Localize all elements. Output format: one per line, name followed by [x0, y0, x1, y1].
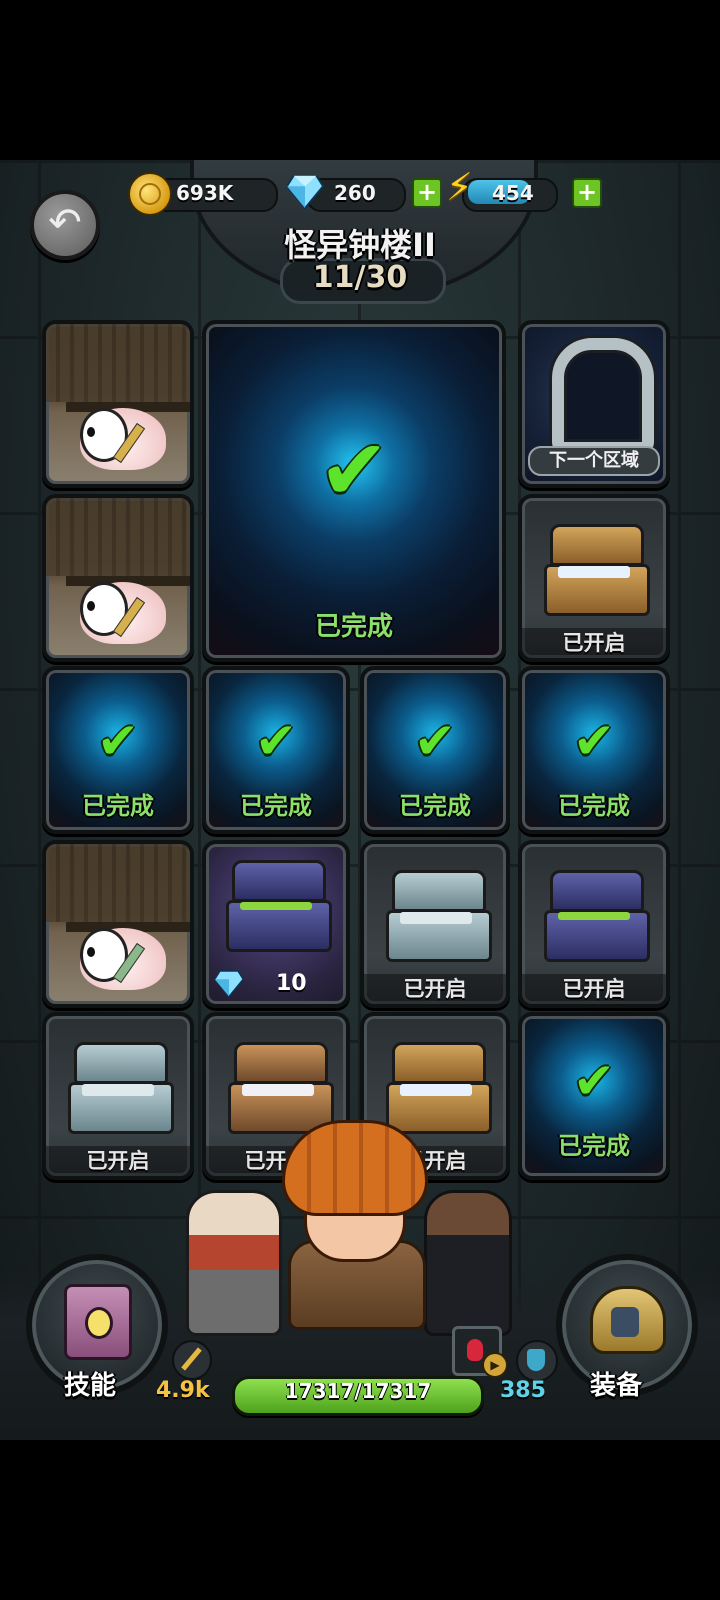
game-screen: 怪异钟楼II 11/30 ↶ 693K 260 + ⚡ 454 + ✔ 已完成 …: [0, 160, 720, 1440]
wooden-chest-icon: [544, 524, 650, 616]
equipment-label: 装备: [590, 1371, 643, 1401]
energy-amount: 454: [492, 181, 534, 205]
diamond-icon: [286, 174, 324, 210]
play-ad-icon[interactable]: ▶: [482, 1352, 508, 1378]
skill-book-icon: [64, 1284, 132, 1360]
steel-chest-icon: [68, 1042, 174, 1134]
completed-tile[interactable]: ✔ 已完成: [42, 666, 194, 834]
completed-tile-large[interactable]: ✔ 已完成: [202, 320, 506, 662]
helmet-icon: [590, 1286, 666, 1354]
chest-tile-opened[interactable]: 已开启: [518, 494, 670, 662]
opened-label: 已开启: [46, 1146, 190, 1176]
checkmark-icon: ✔: [318, 421, 390, 519]
next-area-label: 下一个区域: [528, 446, 660, 476]
checkmark-icon: ✔: [97, 712, 139, 770]
opened-label: 已开启: [522, 628, 666, 658]
completed-tile[interactable]: ✔ 已完成: [518, 666, 670, 834]
checkmark-icon: ✔: [573, 712, 615, 770]
checkmark-icon: ✔: [573, 1052, 615, 1110]
room-tile-enemy[interactable]: [42, 320, 194, 488]
gold-coin-icon: [128, 172, 172, 216]
wooden-chest-icon: [386, 1042, 492, 1134]
lightning-icon: ⚡: [446, 165, 473, 209]
diamond-icon: [214, 970, 244, 998]
completed-tile[interactable]: ✔ 已完成: [202, 666, 350, 834]
suited-companion: [424, 1190, 512, 1336]
shield-icon: [516, 1340, 558, 1382]
room-tile-enemy[interactable]: [42, 494, 194, 662]
purple-chest-icon: [226, 860, 332, 952]
completed-label: 已完成: [558, 792, 630, 820]
sword-icon: [172, 1340, 212, 1380]
completed-label: 已完成: [314, 612, 393, 642]
room-wall: [46, 324, 190, 402]
completed-label: 已完成: [240, 792, 312, 820]
pumpkin-hero: [282, 1120, 432, 1330]
gem-amount: 260: [334, 181, 376, 205]
checkmark-icon: ✔: [414, 712, 456, 770]
blob-enemy-icon: [80, 928, 166, 990]
opened-label: 已开启: [364, 974, 506, 1004]
completed-label: 已完成: [399, 792, 471, 820]
pirate-companion: [186, 1190, 282, 1336]
checkmark-icon: ✔: [255, 712, 297, 770]
pumpkin-hat: [282, 1120, 428, 1216]
chest-tile-opened[interactable]: 已开启: [360, 840, 510, 1008]
level-progress: 11/30: [312, 260, 408, 295]
skills-label: 技能: [64, 1371, 117, 1401]
opened-label: 已开启: [522, 974, 666, 1004]
room-wall: [46, 498, 190, 576]
next-area-tile[interactable]: 下一个区域: [518, 320, 670, 488]
back-arrow-icon: ↶: [48, 200, 82, 246]
attack-value: 4.9k: [156, 1378, 210, 1403]
defense-value: 385: [500, 1378, 546, 1403]
room-tile-enemy[interactable]: [42, 840, 194, 1008]
steel-chest-icon: [386, 870, 492, 962]
chest-tile-locked[interactable]: 10: [202, 840, 350, 1008]
chest-gem-cost: 10: [276, 971, 307, 996]
wooden-chest-icon: [228, 1042, 334, 1134]
blob-enemy-icon: [80, 582, 166, 644]
gold-amount: 693K: [176, 181, 234, 205]
completed-tile[interactable]: ✔ 已完成: [360, 666, 510, 834]
blob-enemy-icon: [80, 408, 166, 470]
add-gems-button[interactable]: +: [412, 178, 442, 208]
purple-chest-icon: [544, 870, 650, 962]
completed-label: 已完成: [558, 1132, 630, 1160]
portal-icon: [552, 338, 654, 454]
back-button[interactable]: ↶: [30, 190, 100, 260]
room-wall: [46, 844, 190, 922]
completed-tile[interactable]: ✔ 已完成: [518, 1012, 670, 1180]
chest-tile-opened[interactable]: 已开启: [42, 1012, 194, 1180]
add-energy-button[interactable]: +: [572, 178, 602, 208]
hp-value: 17317/17317: [284, 1379, 432, 1403]
chest-tile-opened[interactable]: 已开启: [518, 840, 670, 1008]
completed-label: 已完成: [82, 792, 154, 820]
